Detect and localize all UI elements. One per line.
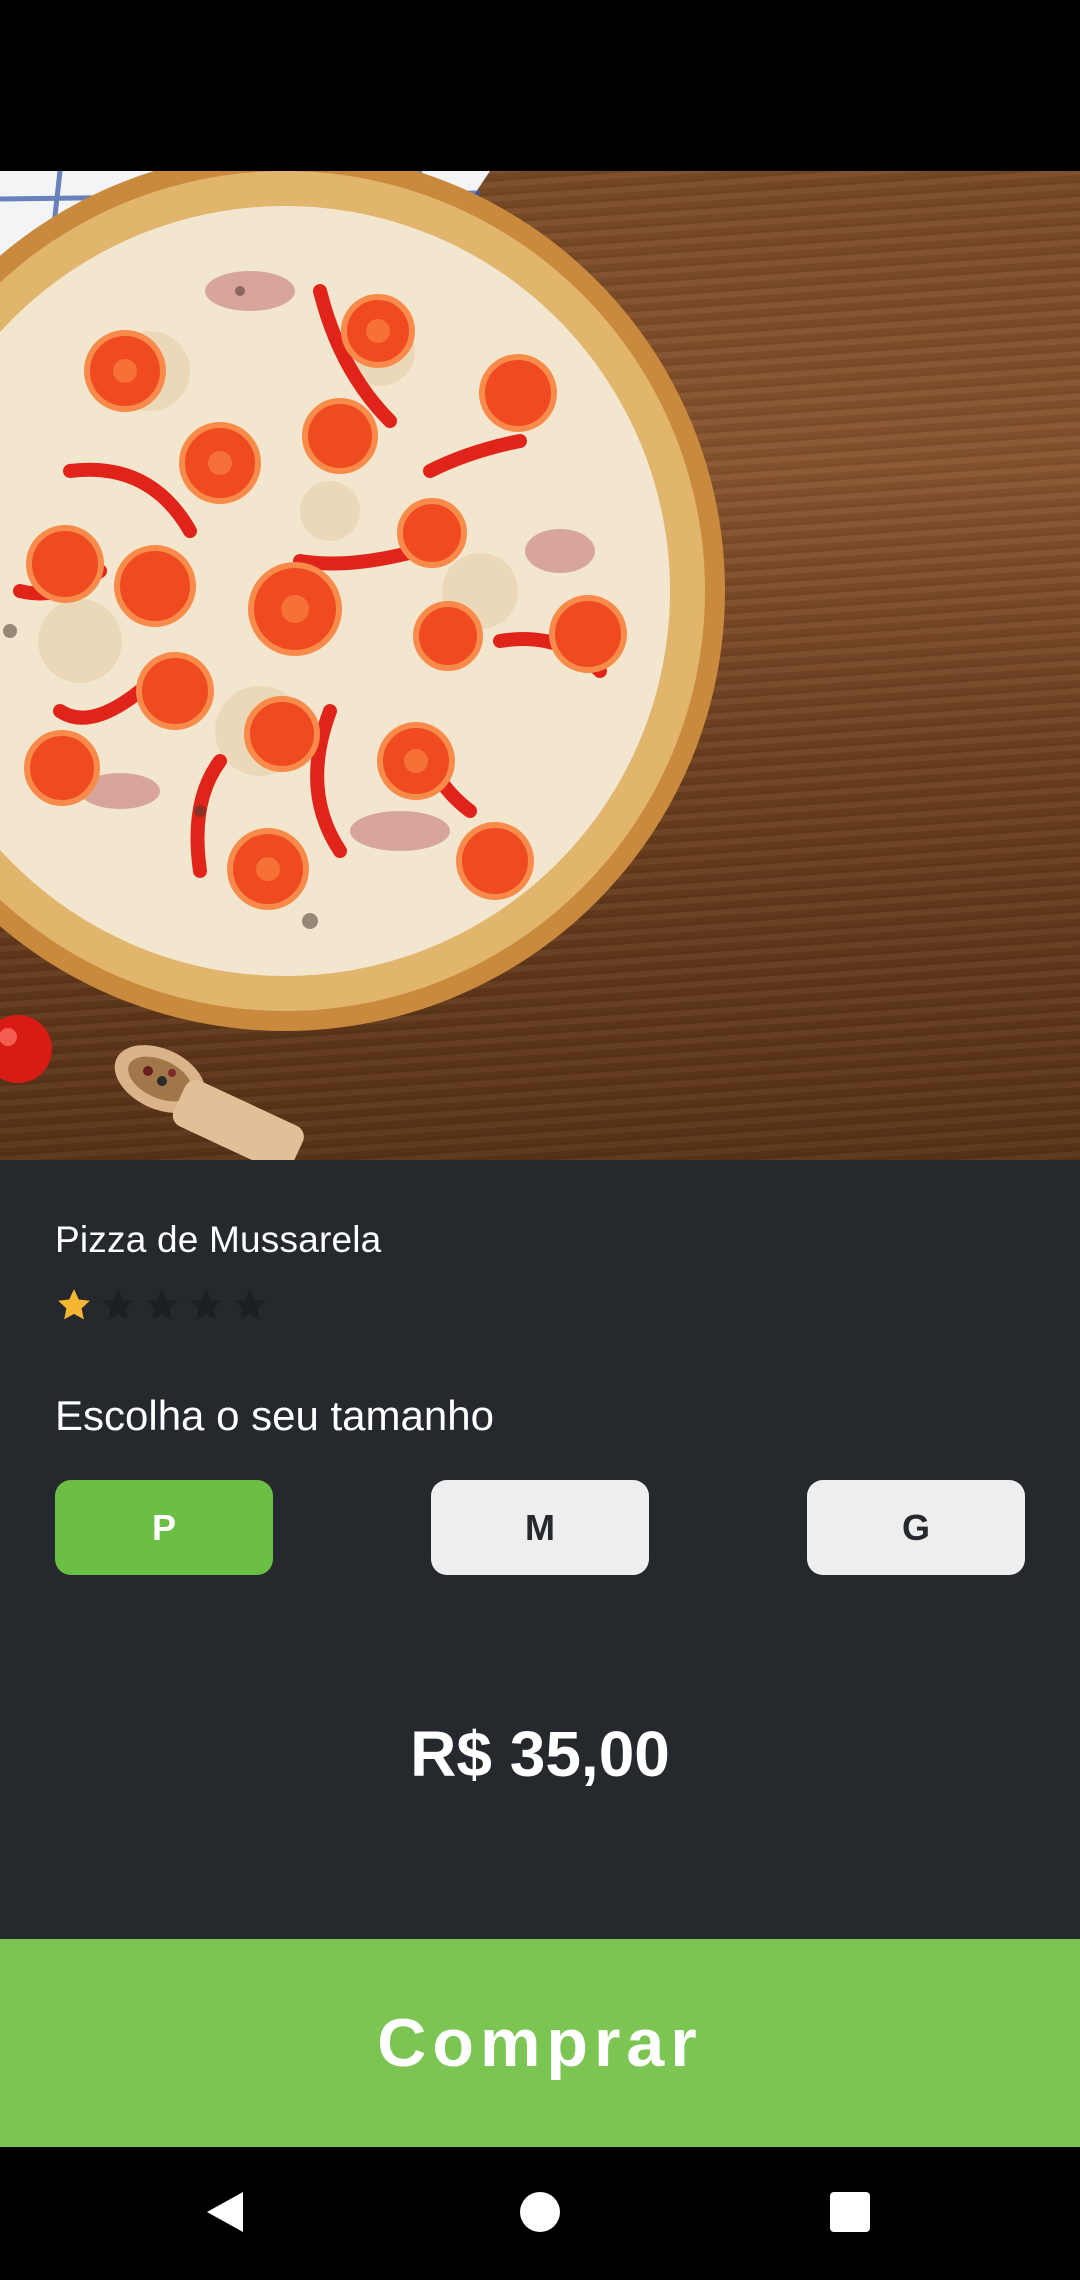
- star-filled-icon[interactable]: [55, 1286, 93, 1324]
- size-g-button[interactable]: G: [807, 1480, 1025, 1575]
- size-heading: Escolha o seu tamanho: [55, 1392, 494, 1439]
- cherry-tomato: [0, 1015, 52, 1083]
- back-button[interactable]: [190, 2177, 260, 2247]
- buy-button[interactable]: Comprar: [0, 1939, 1080, 2147]
- status-bar: [0, 0, 1080, 171]
- pizza-illustration: [0, 171, 725, 1160]
- recents-square-icon: [830, 2192, 870, 2232]
- star-empty-icon[interactable]: [99, 1286, 137, 1324]
- home-circle-icon: [520, 2192, 560, 2232]
- product-detail-panel: Pizza de Mussarela Escolha o seu tamanho…: [0, 1160, 1080, 1940]
- back-triangle-icon: [207, 2192, 243, 2232]
- app-screen: Pizza de Mussarela Escolha o seu tamanho…: [0, 0, 1080, 2280]
- recents-button[interactable]: [815, 2177, 885, 2247]
- star-empty-icon[interactable]: [231, 1286, 269, 1324]
- wooden-scoop: [114, 1045, 304, 1160]
- star-empty-icon[interactable]: [187, 1286, 225, 1324]
- star-empty-icon[interactable]: [143, 1286, 181, 1324]
- size-m-button[interactable]: M: [431, 1480, 649, 1575]
- rating-stars: [55, 1286, 269, 1324]
- product-image: [0, 171, 1080, 1160]
- size-p-button[interactable]: P: [55, 1480, 273, 1575]
- pizza: [0, 171, 725, 1031]
- product-title: Pizza de Mussarela: [55, 1219, 382, 1260]
- home-button[interactable]: [505, 2177, 575, 2247]
- product-price: R$ 35,00: [410, 1718, 670, 1790]
- system-navigation-bar: [0, 2147, 1080, 2280]
